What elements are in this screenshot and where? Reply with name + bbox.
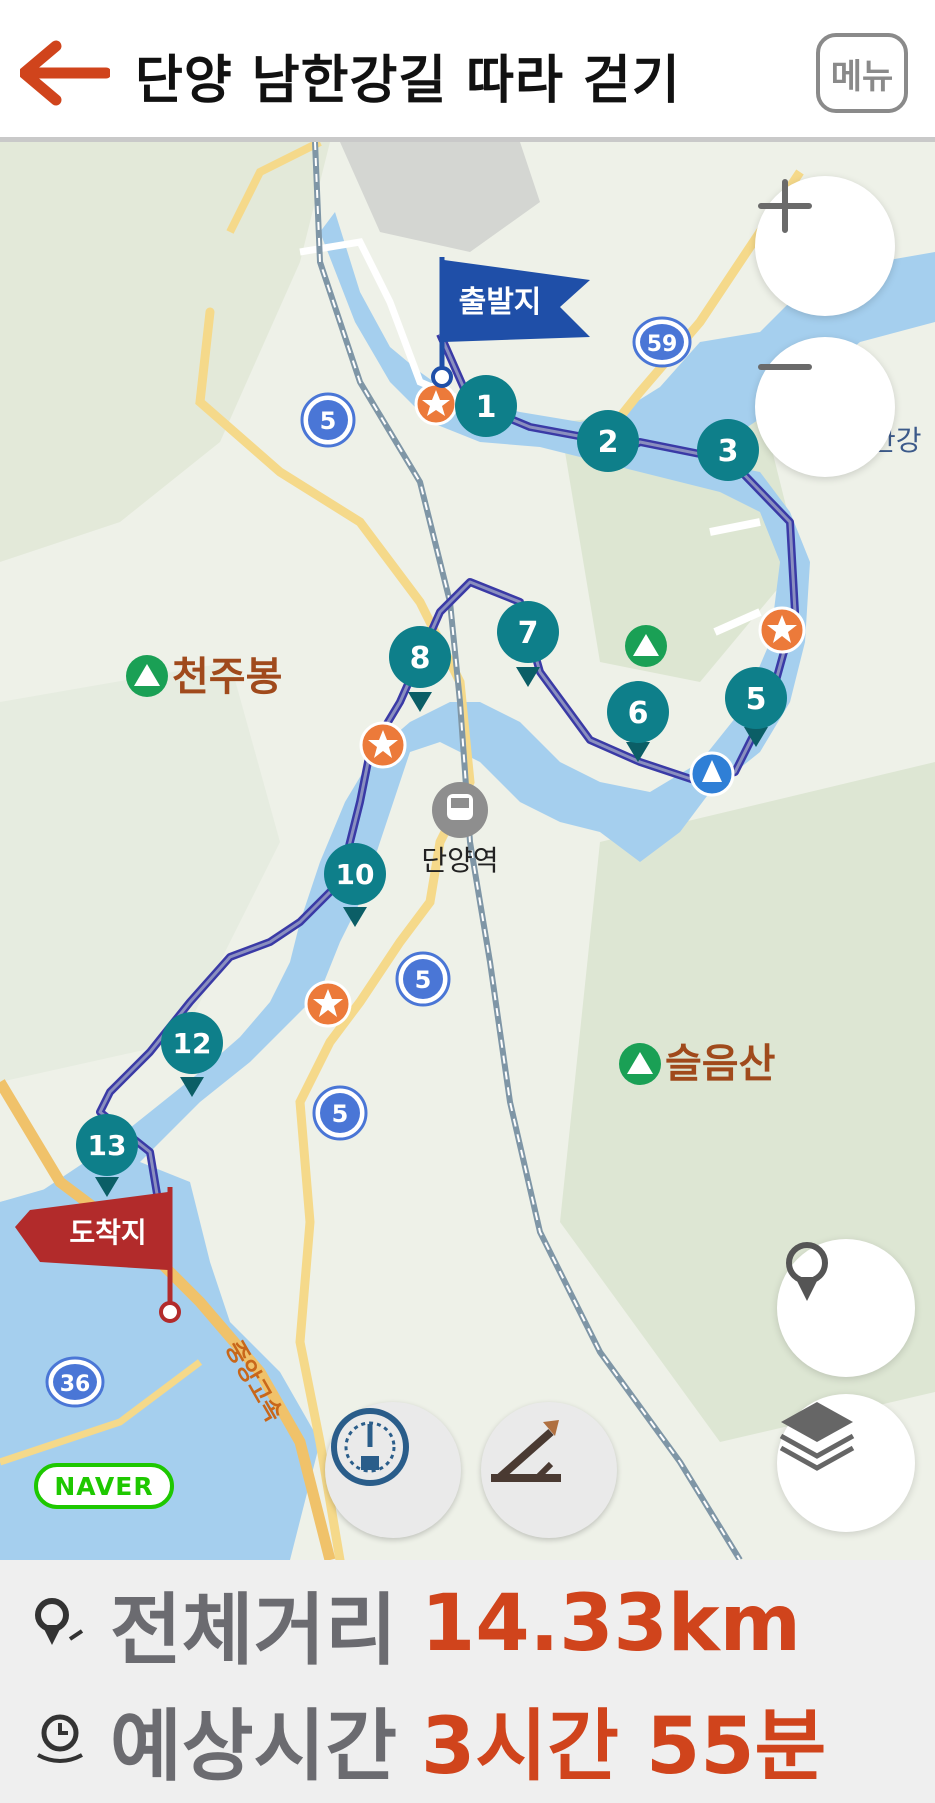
minus-icon xyxy=(758,364,812,370)
waypoint-7[interactable]: 7 xyxy=(497,601,559,687)
svg-text:도착지: 도착지 xyxy=(69,1216,146,1249)
distance-row: 전체거리 14.33km xyxy=(30,1574,801,1676)
distance-value: 14.33km xyxy=(421,1579,801,1669)
time-label: 예상시간 xyxy=(110,1702,398,1792)
distance-pin-icon xyxy=(35,1598,84,1645)
elevation-icon xyxy=(491,1420,561,1482)
road-shield-59: 59 xyxy=(632,316,692,368)
time-value: 3시간 55분 xyxy=(421,1702,827,1792)
svg-text:출발지: 출발지 xyxy=(459,285,542,320)
waypoint-2[interactable]: 2 xyxy=(577,410,639,472)
zoom-in-button[interactable] xyxy=(755,176,895,316)
waypoint-1[interactable]: 1 xyxy=(455,375,517,437)
svg-text:12: 12 xyxy=(173,1027,212,1060)
poi-star-icon[interactable] xyxy=(304,980,352,1028)
svg-text:5: 5 xyxy=(320,407,337,435)
route-map[interactable]: 59 5 5 5 36 한강 중앙고속 천주봉 슬음산 단양역 출발지 도착지 … xyxy=(0,142,935,1560)
svg-text:슬음산: 슬음산 xyxy=(665,1041,776,1087)
distance-label: 전체거리 xyxy=(110,1586,398,1676)
header-bar: 단양 남한강길 따라 걷기 메뉴 xyxy=(0,0,935,142)
svg-text:13: 13 xyxy=(88,1129,127,1162)
road-shield-5: 5 xyxy=(395,951,451,1007)
svg-text:7: 7 xyxy=(518,616,539,651)
poi-star-icon[interactable] xyxy=(414,382,458,426)
svg-text:1: 1 xyxy=(476,390,497,425)
svg-text:2: 2 xyxy=(598,425,619,460)
svg-text:단양역: 단양역 xyxy=(421,844,498,877)
speed-settings-button[interactable] xyxy=(325,1402,461,1538)
svg-text:5: 5 xyxy=(746,682,767,717)
speedometer-icon xyxy=(331,1408,409,1486)
layers-icon xyxy=(779,1402,855,1471)
mountain-icon xyxy=(625,625,667,667)
peak-seuleumsan[interactable]: 슬음산 xyxy=(619,1041,776,1087)
page-title: 단양 남한강길 따라 걷기 xyxy=(135,51,681,111)
road-shield-5: 5 xyxy=(312,1085,368,1141)
route-summary: 전체거리 14.33km 예상시간 3시간 55분 xyxy=(0,1560,935,1803)
elevation-profile-button[interactable] xyxy=(481,1402,617,1538)
provider-logo: NAVER xyxy=(34,1463,174,1509)
clock-icon xyxy=(37,1714,83,1763)
map-layers-button[interactable] xyxy=(777,1394,915,1532)
svg-text:3: 3 xyxy=(718,434,739,469)
time-row: 예상시간 3시간 55분 xyxy=(30,1690,826,1792)
svg-text:5: 5 xyxy=(332,1100,349,1128)
back-arrow-icon[interactable] xyxy=(18,40,112,106)
svg-text:5: 5 xyxy=(415,966,432,994)
peak-cheonjubong[interactable]: 천주봉 xyxy=(126,654,282,700)
poi-star-icon[interactable] xyxy=(359,721,407,769)
menu-button[interactable]: 메뉴 xyxy=(816,33,908,113)
svg-text:36: 36 xyxy=(60,1372,91,1397)
svg-text:10: 10 xyxy=(336,858,375,891)
plus-icon xyxy=(758,179,812,233)
station-marker[interactable]: 단양역 xyxy=(421,782,499,877)
svg-text:천주봉: 천주봉 xyxy=(172,654,282,700)
poi-star-icon[interactable] xyxy=(758,606,806,654)
road-shield-36: 36 xyxy=(45,1356,105,1408)
zoom-out-button[interactable] xyxy=(755,337,895,477)
svg-text:59: 59 xyxy=(647,332,678,357)
poi-tree-icon[interactable] xyxy=(689,751,735,797)
my-location-button[interactable] xyxy=(777,1239,915,1377)
road-shield-5: 5 xyxy=(300,392,356,448)
waypoint-3[interactable]: 3 xyxy=(697,419,759,481)
location-pin-icon xyxy=(786,1242,828,1301)
svg-text:8: 8 xyxy=(410,641,431,676)
svg-text:6: 6 xyxy=(628,696,649,731)
